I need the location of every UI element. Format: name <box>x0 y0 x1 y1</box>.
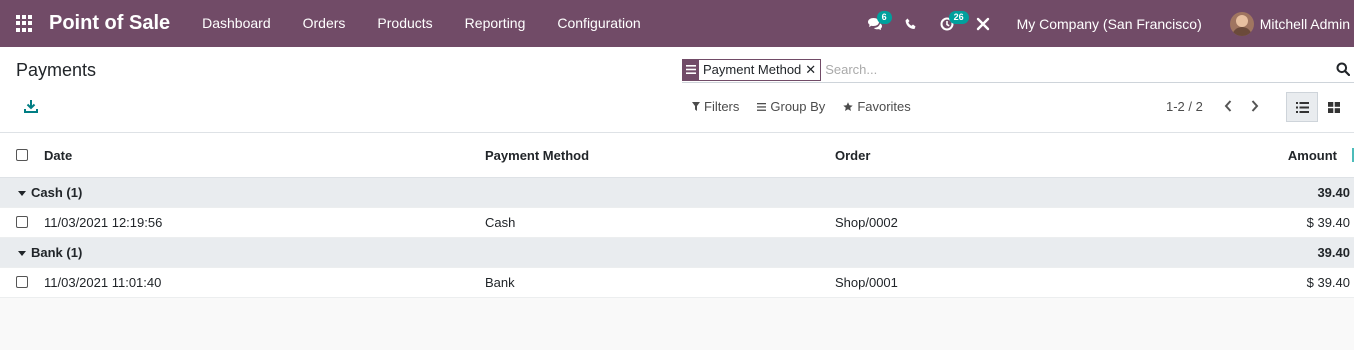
menu-reporting[interactable]: Reporting <box>449 0 542 47</box>
row-checkbox[interactable] <box>16 276 28 288</box>
cell-payment-method: Bank <box>485 275 515 290</box>
page-title: Payments <box>16 60 97 80</box>
menu-configuration[interactable]: Configuration <box>541 0 656 47</box>
search-bar: Payment Method ✕ <box>682 57 1354 83</box>
filter-icon <box>692 102 700 111</box>
pager-previous-button[interactable] <box>1221 98 1235 114</box>
filters-dropdown[interactable]: Filters <box>692 99 739 114</box>
avatar <box>1229 11 1254 36</box>
search-options: Filters Group By Favorites <box>692 99 929 114</box>
menu-orders[interactable]: Orders <box>287 0 362 47</box>
cell-amount: $ 39.40 <box>1306 215 1350 230</box>
company-switcher[interactable]: My Company (San Francisco) <box>1001 16 1218 32</box>
apps-menu-icon[interactable] <box>16 14 34 33</box>
group-row-bank[interactable]: Bank (1) 39.40 <box>0 238 1354 268</box>
menu-dashboard[interactable]: Dashboard <box>186 0 287 47</box>
cell-date: 11/03/2021 12:19:56 <box>44 215 163 230</box>
table-row[interactable]: 11/03/2021 11:01:40 Bank Shop/0001 $ 39.… <box>0 268 1354 298</box>
select-all-checkbox[interactable] <box>16 149 28 161</box>
user-name: Mitchell Admin <box>1259 15 1350 32</box>
table-row[interactable]: 11/03/2021 12:19:56 Cash Shop/0002 $ 39.… <box>0 208 1354 238</box>
search-facet[interactable]: Payment Method ✕ <box>682 58 822 81</box>
group-by-dropdown[interactable]: Group By <box>757 99 825 114</box>
favorites-label: Favorites <box>857 99 911 114</box>
phone-button[interactable] <box>893 0 929 47</box>
search-input[interactable] <box>825 58 1326 81</box>
menu-products[interactable]: Products <box>361 0 448 47</box>
cell-payment-method: Cash <box>485 215 516 230</box>
messages-badge: 6 <box>876 11 892 24</box>
facet-label: Payment Method <box>703 62 802 77</box>
debug-tools-button[interactable] <box>965 0 1001 47</box>
tools-icon <box>976 17 989 30</box>
remove-facet-icon[interactable]: ✕ <box>805 62 820 78</box>
column-amount[interactable]: Amount <box>1288 133 1337 178</box>
pager-value[interactable]: 1-2 / 2 <box>1166 99 1203 114</box>
search-icon[interactable] <box>1336 62 1350 76</box>
caret-down-icon <box>18 251 26 256</box>
download-button[interactable] <box>24 99 40 115</box>
cell-amount: $ 39.40 <box>1306 275 1350 290</box>
user-menu[interactable]: Mitchell Admin <box>1218 11 1354 36</box>
column-date[interactable]: Date <box>44 133 72 178</box>
column-payment-method[interactable]: Payment Method <box>485 133 589 178</box>
filters-label: Filters <box>704 99 740 114</box>
table-header: Date Payment Method Order Amount <box>0 133 1354 178</box>
list-view-button[interactable] <box>1286 92 1318 122</box>
bars-icon <box>757 102 767 111</box>
group-by-icon <box>683 59 699 80</box>
chevron-right-icon <box>1251 100 1259 112</box>
payments-list: Date Payment Method Order Amount Cash (1… <box>0 133 1354 298</box>
group-label: Cash (1) <box>31 185 83 200</box>
group-row-cash[interactable]: Cash (1) 39.40 <box>0 178 1354 208</box>
list-icon <box>1295 101 1309 113</box>
download-icon <box>24 100 38 113</box>
top-navbar: Point of Sale Dashboard Orders Products … <box>0 0 1354 47</box>
column-order[interactable]: Order <box>835 133 870 178</box>
favorites-dropdown[interactable]: Favorites <box>843 99 911 114</box>
pager-next-button[interactable] <box>1248 98 1262 114</box>
cell-date: 11/03/2021 11:01:40 <box>44 275 162 290</box>
messages-button[interactable]: 6 <box>857 0 893 47</box>
group-by-label: Group By <box>770 99 826 114</box>
group-total: 39.40 <box>1317 245 1350 260</box>
kanban-icon <box>1328 101 1340 113</box>
group-total: 39.40 <box>1317 185 1350 200</box>
row-checkbox[interactable] <box>16 216 28 228</box>
app-title[interactable]: Point of Sale <box>49 12 170 35</box>
phone-icon <box>905 18 916 29</box>
caret-down-icon <box>18 191 26 196</box>
kanban-view-button[interactable] <box>1318 92 1350 122</box>
star-icon <box>843 101 854 111</box>
group-label: Bank (1) <box>31 245 83 260</box>
cell-order: Shop/0001 <box>835 275 898 290</box>
control-panel: Payments Payment Method ✕ Search... Filt… <box>0 47 1354 133</box>
cell-order: Shop/0002 <box>835 215 898 230</box>
chevron-left-icon <box>1224 100 1232 112</box>
activities-button[interactable]: 26 <box>929 0 969 47</box>
